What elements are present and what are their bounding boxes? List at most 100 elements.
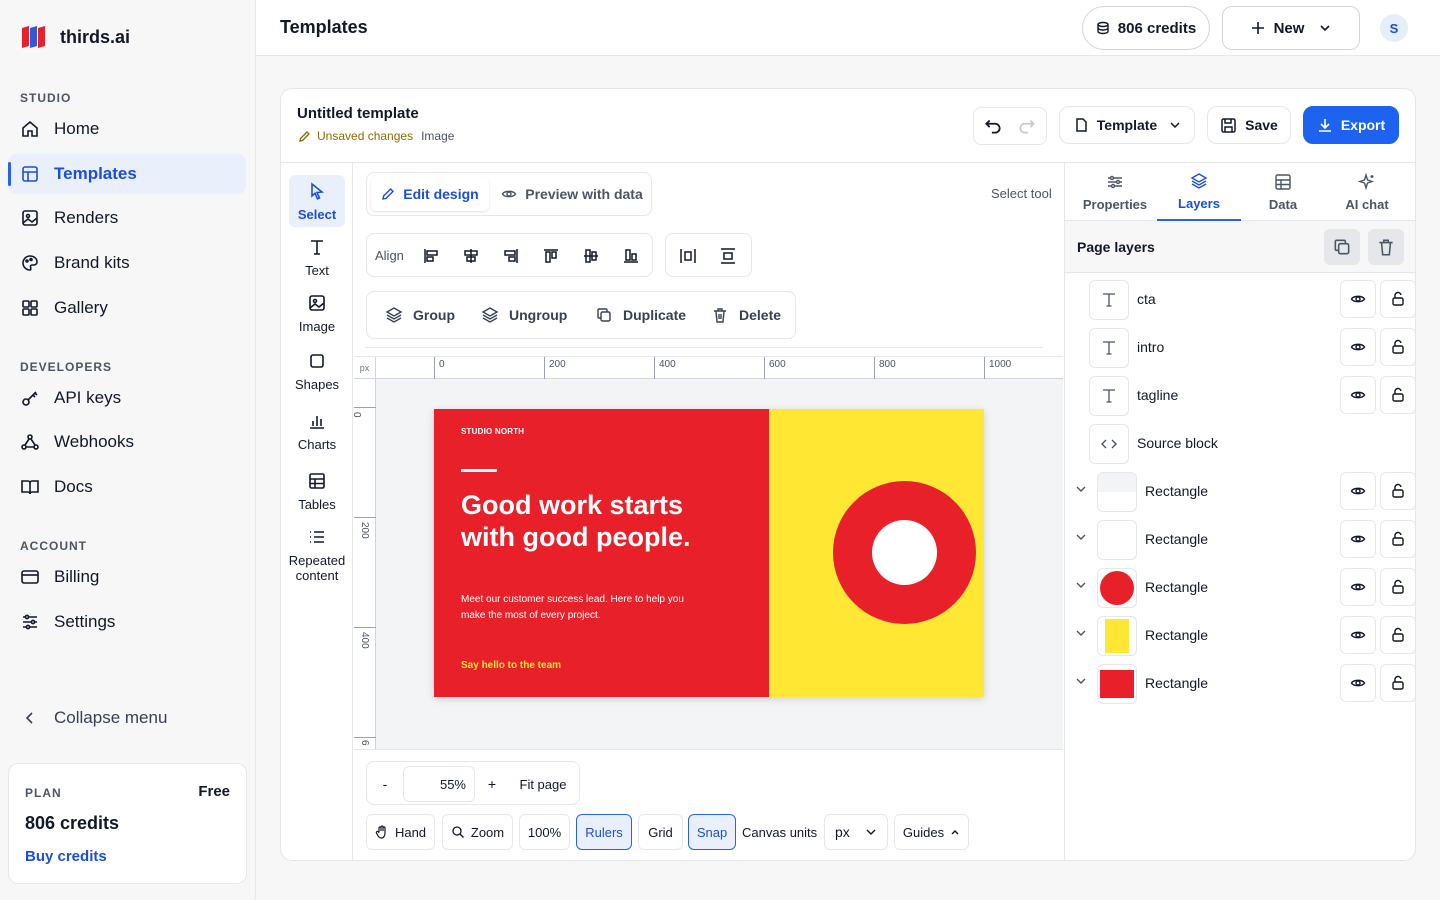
layer-visibility-toggle[interactable] <box>1340 616 1376 654</box>
layer-visibility-toggle[interactable] <box>1340 472 1376 510</box>
layer-lock-toggle[interactable] <box>1380 664 1415 702</box>
tab-data[interactable]: Data <box>1241 163 1325 221</box>
align-left-button[interactable] <box>419 245 443 267</box>
duplicate-layer-button[interactable] <box>1324 229 1360 265</box>
red-panel[interactable] <box>434 409 769 697</box>
layer-visibility-toggle[interactable] <box>1340 568 1376 606</box>
align-center-button[interactable] <box>459 245 483 267</box>
redo-button[interactable] <box>1012 112 1042 140</box>
canvas-area[interactable]: px 0 200 400 600 800 1000 0 200 400 6 ST… <box>354 356 1063 750</box>
new-button[interactable]: New <box>1222 6 1360 50</box>
ungroup-button[interactable]: Ungroup <box>481 306 567 324</box>
template-name[interactable]: Untitled template <box>297 105 419 122</box>
tool-shapes[interactable]: Shapes <box>289 351 345 392</box>
edit-design-tab[interactable]: Edit design <box>371 177 489 211</box>
sidebar-item-renders[interactable]: Renders <box>8 198 246 238</box>
layer-row[interactable]: tagline <box>1065 371 1415 419</box>
zoom-tool-button[interactable]: Zoom <box>442 814 513 850</box>
layer-lock-toggle[interactable] <box>1380 376 1415 414</box>
zoom-input[interactable]: 55% <box>403 766 475 802</box>
tool-select[interactable]: Select <box>289 175 345 227</box>
preview-data-tab[interactable]: Preview with data <box>497 177 647 211</box>
layer-visibility-toggle[interactable] <box>1340 376 1376 414</box>
artboard[interactable]: STUDIO NORTH Good work starts with good … <box>434 409 984 697</box>
credits-button[interactable]: 806 credits <box>1082 6 1210 50</box>
expand-chevron[interactable] <box>1075 627 1087 639</box>
sidebar-item-api-keys[interactable]: API keys <box>8 378 246 418</box>
layer-row[interactable]: Source block <box>1065 419 1415 467</box>
collapse-menu-button[interactable]: Collapse menu <box>8 698 246 738</box>
layer-lock-toggle[interactable] <box>1380 616 1415 654</box>
tool-image[interactable]: Image <box>289 293 345 334</box>
expand-chevron[interactable] <box>1075 483 1087 495</box>
brand[interactable]: thirds.ai <box>20 24 130 50</box>
hand-tool-button[interactable]: Hand <box>366 814 435 850</box>
sidebar-item-billing[interactable]: Billing <box>8 557 246 597</box>
export-button[interactable]: Export <box>1303 106 1399 144</box>
design-headline[interactable]: Good work starts with good people. <box>461 489 690 553</box>
design-intro[interactable]: Meet our customer success lead. Here to … <box>461 592 684 624</box>
layer-row[interactable]: Rectangle <box>1065 659 1415 707</box>
distribute-horizontal-button[interactable] <box>676 245 700 267</box>
tab-ai-chat[interactable]: AI chat <box>1325 163 1409 221</box>
layer-row[interactable]: cta <box>1065 275 1415 323</box>
sidebar-item-settings[interactable]: Settings <box>8 602 246 642</box>
canvas-units-select[interactable]: px <box>824 814 888 850</box>
layer-row[interactable]: Rectangle <box>1065 467 1415 515</box>
layer-lock-toggle[interactable] <box>1380 472 1415 510</box>
zoom-in-button[interactable]: + <box>477 762 507 806</box>
tool-tables[interactable]: Tables <box>289 471 345 512</box>
tab-layers[interactable]: Layers <box>1157 163 1241 221</box>
layer-lock-toggle[interactable] <box>1380 568 1415 606</box>
design-rule[interactable] <box>461 469 497 472</box>
layer-row[interactable]: Rectangle <box>1065 515 1415 563</box>
undo-button[interactable] <box>978 112 1008 140</box>
design-kicker[interactable]: STUDIO NORTH <box>461 427 524 436</box>
tab-properties[interactable]: Properties <box>1073 163 1157 221</box>
layer-row[interactable]: Rectangle <box>1065 611 1415 659</box>
expand-chevron[interactable] <box>1075 531 1087 543</box>
grid-toggle[interactable]: Grid <box>638 814 683 850</box>
layer-lock-toggle[interactable] <box>1380 520 1415 558</box>
avatar[interactable]: S <box>1380 14 1408 42</box>
align-right-button[interactable] <box>499 245 523 267</box>
layer-lock-toggle[interactable] <box>1380 328 1415 366</box>
design-cta[interactable]: Say hello to the team <box>461 660 561 671</box>
expand-chevron[interactable] <box>1075 579 1087 591</box>
distribute-vertical-button[interactable] <box>716 245 740 267</box>
tool-text[interactable]: Text <box>289 237 345 278</box>
layer-visibility-toggle[interactable] <box>1340 280 1376 318</box>
save-button[interactable]: Save <box>1207 106 1291 144</box>
group-button[interactable]: Group <box>385 306 455 324</box>
align-middle-button[interactable] <box>579 245 603 267</box>
align-bottom-button[interactable] <box>619 245 643 267</box>
guides-menu-button[interactable]: Guides <box>894 814 969 850</box>
layer-lock-toggle[interactable] <box>1380 280 1415 318</box>
snap-toggle[interactable]: Snap <box>688 814 736 850</box>
sidebar-item-home[interactable]: Home <box>8 109 246 149</box>
layer-row[interactable]: intro <box>1065 323 1415 371</box>
expand-chevron[interactable] <box>1075 675 1087 687</box>
layer-visibility-toggle[interactable] <box>1340 520 1376 558</box>
layer-visibility-toggle[interactable] <box>1340 664 1376 702</box>
align-top-button[interactable] <box>539 245 563 267</box>
template-menu-button[interactable]: Template <box>1059 106 1195 144</box>
zoom-out-button[interactable]: - <box>367 762 403 806</box>
tool-repeated-content[interactable]: Repeated content <box>285 527 349 583</box>
delete-layer-button[interactable] <box>1368 229 1404 265</box>
white-circle[interactable] <box>872 520 937 585</box>
sidebar-item-docs[interactable]: Docs <box>8 467 246 507</box>
sidebar-item-gallery[interactable]: Gallery <box>8 288 246 328</box>
buy-credits-link[interactable]: Buy credits <box>25 848 107 865</box>
sidebar-item-brand-kits[interactable]: Brand kits <box>8 243 246 283</box>
duplicate-button[interactable]: Duplicate <box>595 306 686 324</box>
sidebar-item-templates[interactable]: Templates <box>8 154 246 194</box>
sidebar-item-webhooks[interactable]: Webhooks <box>8 422 246 462</box>
tool-charts[interactable]: Charts <box>289 411 345 452</box>
zoom-100-button[interactable]: 100% <box>519 814 570 850</box>
delete-button[interactable]: Delete <box>711 306 781 324</box>
rulers-toggle[interactable]: Rulers <box>576 814 632 850</box>
layer-row[interactable]: Rectangle <box>1065 563 1415 611</box>
fit-page-button[interactable]: Fit page <box>507 762 579 806</box>
layer-visibility-toggle[interactable] <box>1340 328 1376 366</box>
